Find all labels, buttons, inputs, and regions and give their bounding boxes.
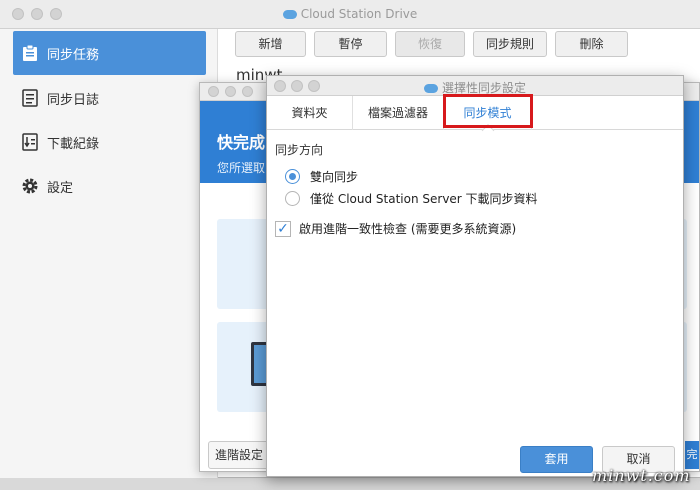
two-way-sync-option[interactable]: 雙向同步 xyxy=(285,168,358,185)
add-button[interactable]: 新增 xyxy=(235,31,306,57)
checkbox[interactable]: ✓ xyxy=(275,220,291,237)
minimize-dialog-button[interactable] xyxy=(225,86,236,97)
consistency-check-option[interactable]: ✓ 啟用進階一致性檢查 (需要更多系統資源) xyxy=(275,220,516,237)
window-title-text: Cloud Station Drive xyxy=(300,7,418,21)
advanced-settings-button[interactable]: 進階設定 xyxy=(208,441,270,469)
radio-button[interactable] xyxy=(285,169,300,184)
sidebar-item-label: 同步日誌 xyxy=(47,92,100,108)
window-title: Cloud Station Drive xyxy=(0,7,700,21)
pause-button[interactable]: 暫停 xyxy=(314,31,387,57)
sidebar-item-sync-log[interactable]: 同步日誌 xyxy=(13,76,206,120)
close-dialog-button[interactable] xyxy=(208,86,219,97)
gear-icon xyxy=(21,177,39,195)
apply-button[interactable]: 套用 xyxy=(520,446,593,473)
sidebar: 同步任務 同步日誌 下載紀錄 設定 xyxy=(0,29,218,478)
sidebar-item-label: 同步任務 xyxy=(47,47,100,63)
option-label: 僅從 Cloud Station Server 下載同步資料 xyxy=(310,192,538,206)
next-button[interactable]: 完 xyxy=(685,441,699,469)
download-only-option[interactable]: 僅從 Cloud Station Server 下載同步資料 xyxy=(285,190,538,207)
highlight-box xyxy=(443,94,533,128)
watermark: minwt.com xyxy=(592,466,691,485)
log-icon xyxy=(21,89,39,107)
quick-setup-subtitle: 您所選取 xyxy=(217,161,266,175)
sidebar-item-sync-tasks[interactable]: 同步任務 xyxy=(13,31,206,75)
cloud-icon xyxy=(423,84,438,93)
dialog-title-text: 選擇性同步設定 xyxy=(441,81,526,95)
sidebar-item-label: 下載紀錄 xyxy=(47,136,100,152)
sidebar-item-settings[interactable]: 設定 xyxy=(13,164,206,208)
option-label: 雙向同步 xyxy=(310,170,359,184)
clipboard-icon xyxy=(21,44,39,62)
delete-button[interactable]: 刪除 xyxy=(555,31,628,57)
tab-folders[interactable]: 資料夾 xyxy=(267,96,353,130)
dialog-title-bar: 選擇性同步設定 xyxy=(267,76,683,96)
sidebar-item-label: 設定 xyxy=(47,180,74,196)
resume-button[interactable]: 恢復 xyxy=(395,31,465,57)
sync-direction-label: 同步方向 xyxy=(275,143,324,157)
radio-button[interactable] xyxy=(285,191,300,206)
sync-rules-button[interactable]: 同步規則 xyxy=(473,31,547,57)
cloud-icon xyxy=(282,10,297,19)
option-label: 啟用進階一致性檢查 (需要更多系統資源) xyxy=(299,222,517,236)
title-bar: Cloud Station Drive xyxy=(0,0,700,29)
zoom-dialog-button[interactable] xyxy=(242,86,253,97)
sidebar-item-download-log[interactable]: 下載紀錄 xyxy=(13,120,206,164)
tab-file-filter[interactable]: 檔案過濾器 xyxy=(353,96,444,130)
quick-setup-title: 快完成 xyxy=(217,133,266,152)
selective-sync-dialog: 選擇性同步設定 資料夾 檔案過濾器 同步模式 同步方向 雙向同步 僅從 Clou… xyxy=(266,75,684,477)
download-log-icon xyxy=(21,133,39,151)
